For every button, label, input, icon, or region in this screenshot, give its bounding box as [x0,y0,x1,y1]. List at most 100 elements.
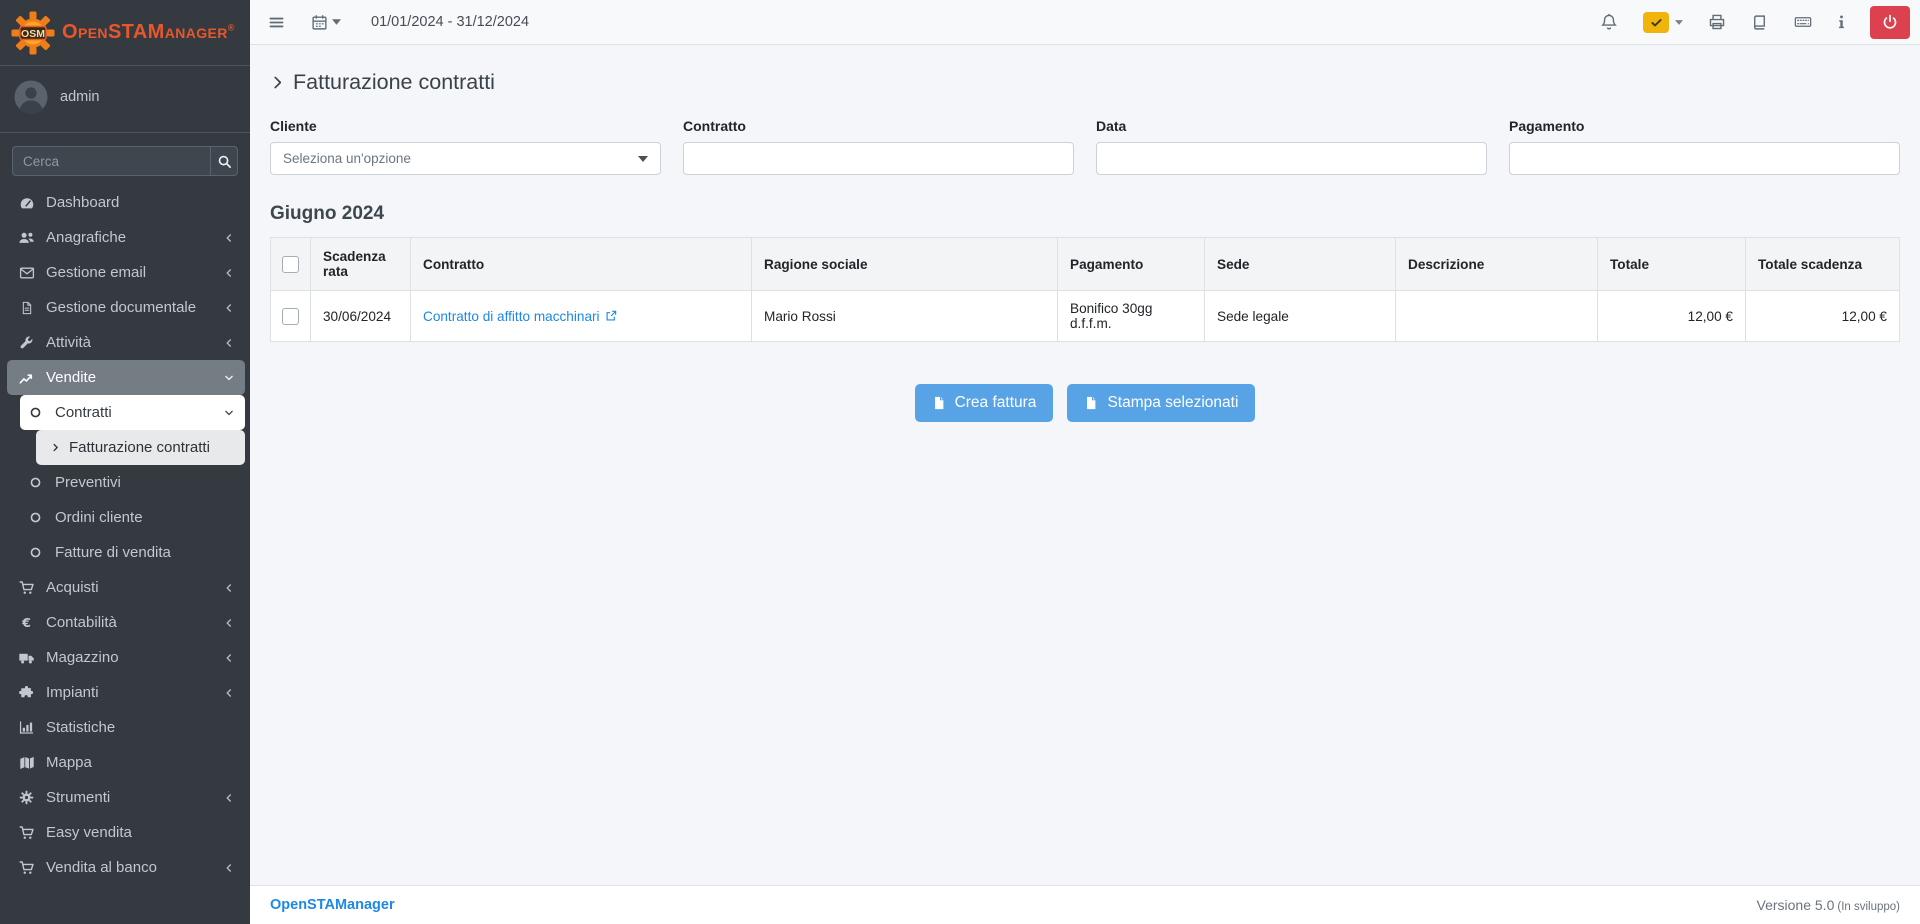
svg-text:OSM: OSM [21,27,45,39]
status-check-dropdown[interactable] [1643,12,1683,33]
chevron-left-icon [223,687,235,699]
keyboard-icon[interactable] [1793,13,1813,31]
caret-down-icon [1675,20,1683,25]
filter-cliente: Cliente Seleziona un'opzione [270,118,661,175]
bell-icon[interactable] [1600,13,1618,31]
action-buttons: Crea fattura Stampa selezionati [270,384,1900,422]
version-number: Versione 5.0 [1757,897,1835,913]
cart-icon [15,860,38,876]
sidebar-item-strumenti[interactable]: Strumenti [7,780,245,815]
sidebar-item-label: Vendita al banco [46,859,157,876]
sidebar-item-contabilita[interactable]: € Contabilità [7,605,245,640]
chevron-left-icon [223,792,235,804]
chevron-left-icon [223,267,235,279]
row-checkbox[interactable] [282,308,299,325]
search-button[interactable] [210,147,237,175]
sidebar-item-ordini-cliente[interactable]: Ordini cliente [20,500,245,535]
sidebar-item-statistiche[interactable]: Statistiche [7,710,245,745]
cell-contratto: Contratto di affitto macchinari [411,291,752,342]
file-document-icon [15,300,38,316]
data-input[interactable] [1096,142,1487,175]
search-input[interactable] [13,147,210,175]
select-all-checkbox[interactable] [282,256,299,273]
chevron-left-icon [223,617,235,629]
circle-icon [24,546,47,559]
sidebar-item-label: Contratti [55,404,112,421]
sidebar-item-easy-vendita[interactable]: Easy vendita [7,815,245,850]
user-avatar [14,80,48,114]
book-icon[interactable] [1751,14,1768,31]
sidebar-item-label: Mappa [46,754,92,771]
col-pagamento: Pagamento [1058,238,1205,291]
table-row: 30/06/2024 Contratto di affitto macchina… [271,291,1900,342]
circle-icon [24,511,47,524]
contract-link-text: Contratto di affitto macchinari [423,309,600,324]
crea-fattura-label: Crea fattura [955,394,1037,412]
brand-header[interactable]: OSM OpenSTAManager® [0,0,250,66]
users-icon [15,230,38,246]
main-area: 01/01/2024 - 31/12/2024 [250,0,1920,924]
col-sede: Sede [1205,238,1396,291]
file-icon [932,395,946,411]
chevron-down-icon [223,372,235,384]
pagamento-input[interactable] [1509,142,1900,175]
page-title: Fatturazione contratti [270,70,1900,95]
sidebar-item-attivita[interactable]: Attività [7,325,245,360]
sidebar-item-label: Strumenti [46,789,110,806]
chevron-left-icon [223,337,235,349]
chart-line-icon [15,370,38,386]
chevron-right-icon [270,75,285,90]
topbar: 01/01/2024 - 31/12/2024 [250,0,1920,45]
sidebar-item-fatturazione-contratti[interactable]: Fatturazione contratti [36,430,245,465]
sidebar-item-fatture-di-vendita[interactable]: Fatture di vendita [20,535,245,570]
page-title-text: Fatturazione contratti [293,70,495,95]
col-ragione-sociale: Ragione sociale [752,238,1058,291]
brand-name: OpenSTAManager® [62,21,235,44]
footer-version: Versione 5.0(In sviluppo) [1757,897,1900,913]
sidebar: OSM OpenSTAManager® admin [0,0,250,924]
chevron-left-icon [223,302,235,314]
sidebar-item-gestione-documentale[interactable]: Gestione documentale [7,290,245,325]
sidebar-item-mappa[interactable]: Mappa [7,745,245,780]
sidebar-item-contratti[interactable]: Contratti [20,395,245,430]
filters-row: Cliente Seleziona un'opzione Contratto D… [270,118,1900,175]
caret-down-icon [638,156,648,162]
cart-icon [15,825,38,841]
crea-fattura-button[interactable]: Crea fattura [915,384,1054,422]
date-range[interactable]: 01/01/2024 - 31/12/2024 [371,14,529,30]
envelope-icon [15,265,38,281]
footer-brand-link[interactable]: OpenSTAManager [270,897,395,913]
contratto-input[interactable] [683,142,1074,175]
table-header-row: Scadenza rata Contratto Ragione sociale … [271,238,1900,291]
printer-icon[interactable] [1708,13,1726,31]
search-icon [217,154,232,169]
contract-link[interactable]: Contratto di affitto macchinari [423,309,617,324]
sidebar-item-magazzino[interactable]: Magazzino [7,640,245,675]
sidebar-item-preventivi[interactable]: Preventivi [20,465,245,500]
sidebar-item-acquisti[interactable]: Acquisti [7,570,245,605]
info-icon[interactable] [1838,14,1845,30]
sidebar-item-vendita-al-banco[interactable]: Vendita al banco [7,850,245,885]
col-descrizione: Descrizione [1396,238,1598,291]
chevron-right-icon [48,442,62,453]
logout-power-button[interactable] [1870,6,1910,39]
sidebar-search [12,146,238,176]
stampa-selezionati-button[interactable]: Stampa selezionati [1067,384,1255,422]
sidebar-item-impianti[interactable]: Impianti [7,675,245,710]
calendar-dropdown[interactable] [311,14,341,31]
sidebar-item-vendite[interactable]: Vendite [7,360,245,395]
hamburger-menu-icon[interactable] [268,14,285,31]
user-panel[interactable]: admin [0,66,250,133]
puzzle-piece-icon [15,685,38,700]
sidebar-item-dashboard[interactable]: Dashboard [7,185,245,220]
euro-icon: € [15,615,38,630]
bar-chart-icon [15,720,38,735]
sidebar-item-gestione-email[interactable]: Gestione email [7,255,245,290]
sidebar-item-anagrafiche[interactable]: Anagrafiche [7,220,245,255]
col-contratto: Contratto [411,238,752,291]
sidebar-item-label: Anagrafiche [46,229,126,246]
col-totale: Totale [1598,238,1746,291]
filter-label: Pagamento [1509,118,1900,134]
file-icon [1084,395,1098,411]
cliente-select[interactable]: Seleziona un'opzione [270,142,661,175]
